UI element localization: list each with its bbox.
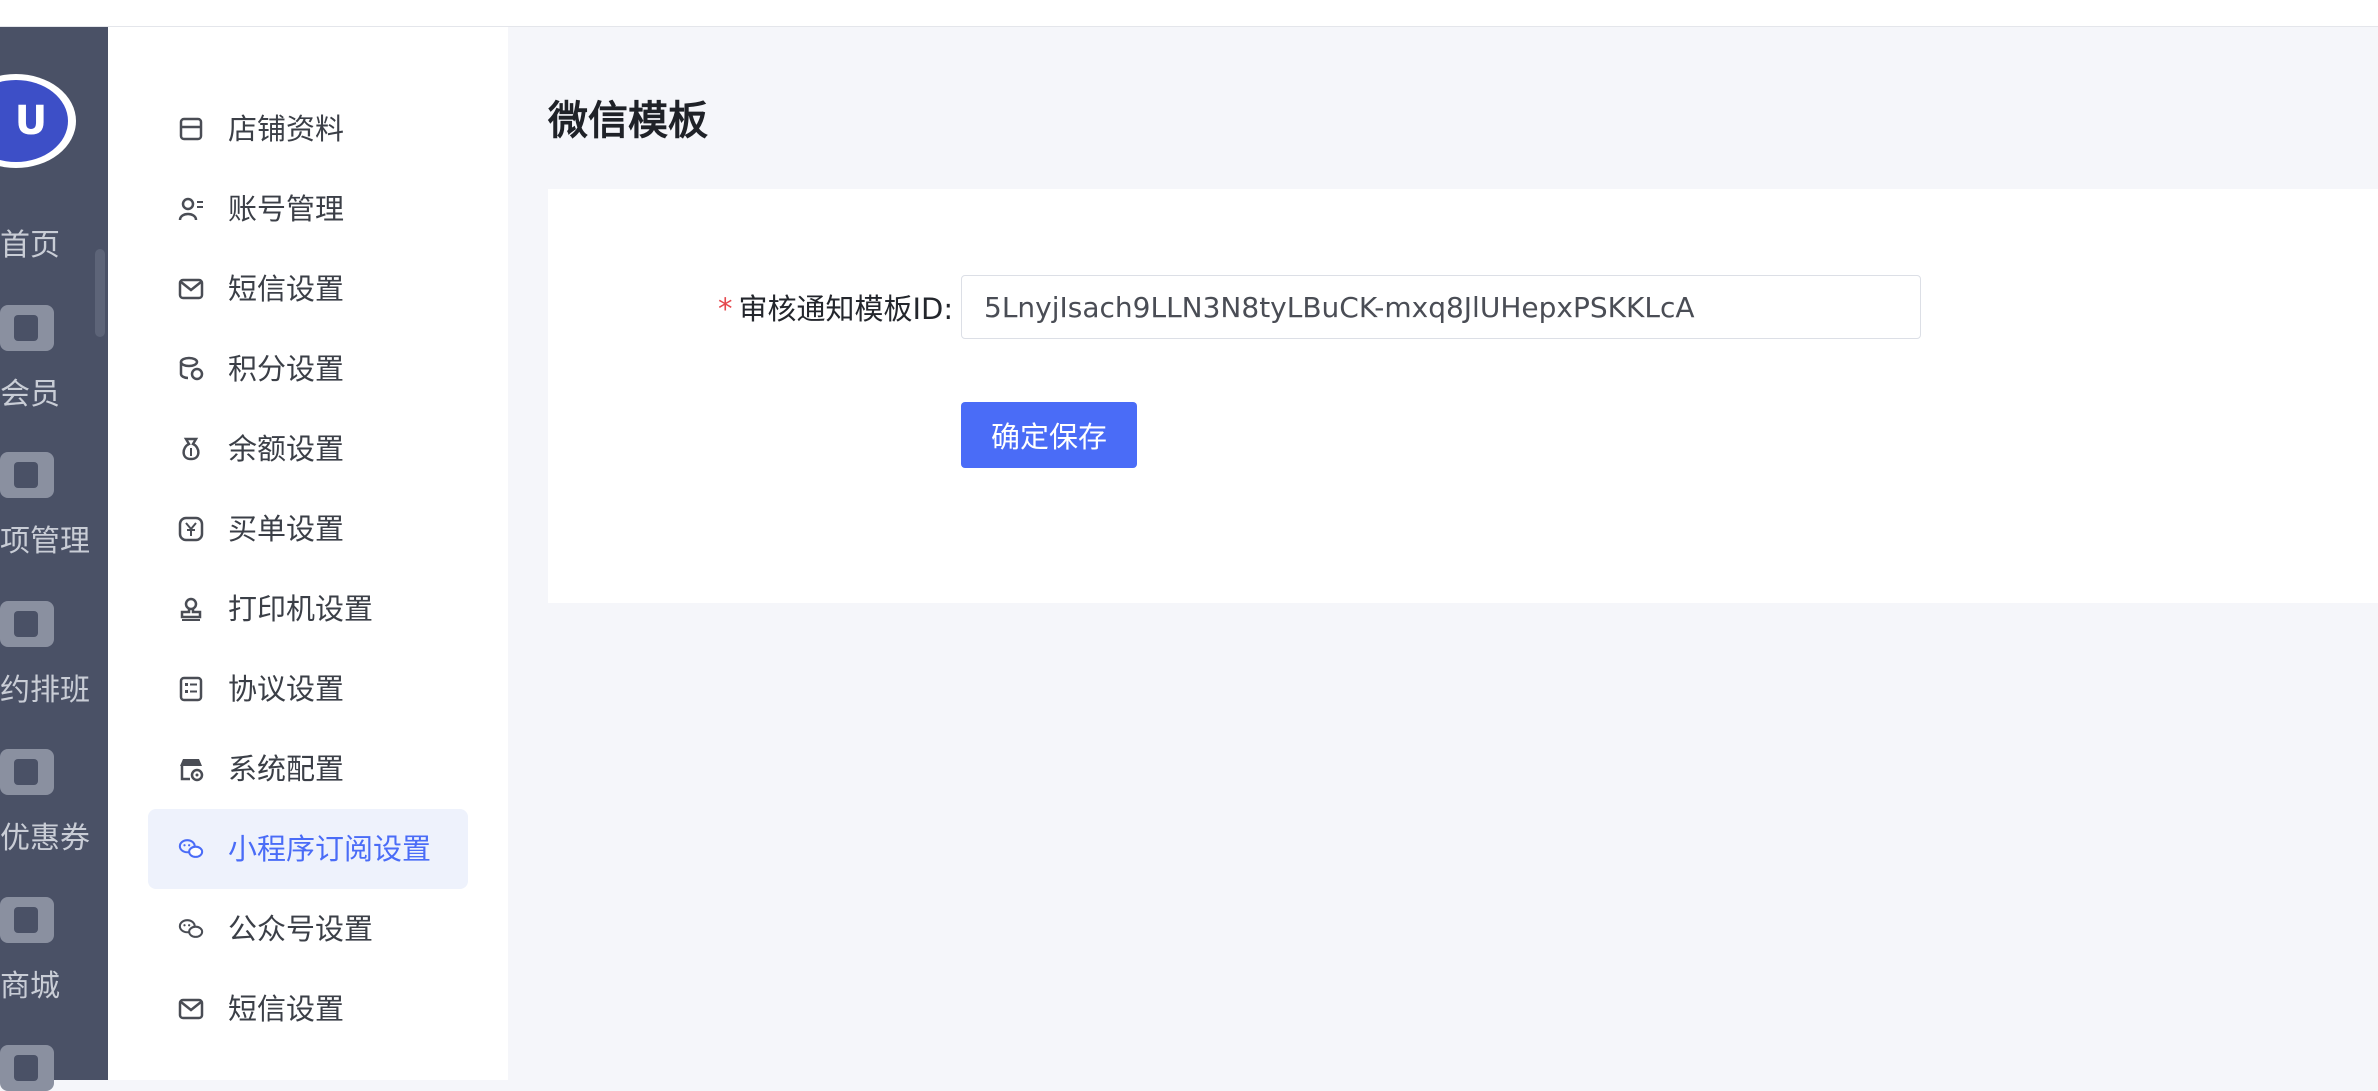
menu-item-label: 余额设置 (228, 432, 345, 466)
rail-item-label: 商城 (0, 969, 60, 1004)
menu-item-label: 店铺资料 (228, 112, 345, 146)
wechat-icon (178, 916, 204, 942)
mail-icon (178, 276, 204, 302)
folder-list-icon (0, 452, 54, 498)
menu-item-miniprogram-subscription[interactable]: 小程序订阅设置 (148, 809, 468, 889)
image-icon (0, 1045, 54, 1091)
app-logo: U (0, 74, 76, 168)
menu-item-label: 账号管理 (228, 192, 345, 226)
page-title: 微信模板 (548, 98, 708, 144)
template-id-label-text: 审核通知模板ID: (738, 292, 954, 326)
settings-menu: 店铺资料 账号管理 短信设置 积分设置 余额设置 买单设置 打印机设置 协议设置… (108, 27, 508, 1080)
member-icon (0, 305, 54, 351)
menu-item-label: 小程序订阅设置 (228, 832, 432, 866)
menu-item-agreement[interactable]: 协议设置 (148, 649, 468, 729)
menu-item-label: 买单设置 (228, 512, 345, 546)
menu-item-sms[interactable]: 短信设置 (148, 249, 468, 329)
menu-item-store-info[interactable]: 店铺资料 (148, 89, 468, 169)
logo-mark: U (0, 80, 68, 162)
menu-item-label: 积分设置 (228, 352, 345, 386)
menu-item-label: 系统配置 (228, 752, 345, 786)
menu-item-system-config[interactable]: 系统配置 (148, 729, 468, 809)
shopping-bag-icon (0, 897, 54, 943)
rail-scrollbar[interactable] (95, 249, 105, 337)
save-button[interactable]: 确定保存 (961, 402, 1137, 468)
rail-item-label: 首页 (0, 228, 60, 263)
rail-item-label: 项管理 (0, 524, 90, 559)
menu-item-account[interactable]: 账号管理 (148, 169, 468, 249)
store-icon (178, 116, 204, 142)
wallet-icon (0, 749, 54, 795)
menu-item-label: 公众号设置 (228, 912, 374, 946)
rail-item-label: 约排班 (0, 673, 90, 708)
menu-item-balance[interactable]: 余额设置 (148, 409, 468, 489)
top-bar (0, 0, 2378, 27)
menu-item-points[interactable]: 积分设置 (148, 329, 468, 409)
calendar-check-icon (0, 601, 54, 647)
menu-item-printer[interactable]: 打印机设置 (148, 569, 468, 649)
form-card: *审核通知模板ID: 确定保存 (548, 189, 2378, 603)
money-bag-icon (178, 436, 204, 462)
rail-item-label: 会员 (0, 377, 60, 412)
menu-item-label: 短信设置 (228, 272, 345, 306)
wechat-icon (178, 836, 204, 862)
stamp-icon (178, 596, 204, 622)
required-mark: * (718, 292, 733, 326)
menu-item-label: 打印机设置 (228, 592, 374, 626)
menu-item-official-account[interactable]: 公众号设置 (148, 889, 468, 969)
coins-icon (178, 356, 204, 382)
template-id-label: * 审核通知模板ID: (718, 289, 953, 329)
template-id-input[interactable] (961, 275, 1921, 339)
mail-icon (178, 996, 204, 1022)
checklist-icon (178, 676, 204, 702)
menu-item-checkout[interactable]: 买单设置 (148, 489, 468, 569)
rail-item-label: 优惠券 (0, 821, 90, 856)
menu-item-label: 协议设置 (228, 672, 345, 706)
menu-item-sms-2[interactable]: 短信设置 (148, 969, 468, 1049)
primary-nav-rail: U 首页 会员 项管理 约排班 优惠券 商城 (0, 27, 108, 1091)
yen-icon (178, 516, 204, 542)
menu-item-label: 短信设置 (228, 992, 345, 1026)
shop-settings-icon (178, 756, 204, 782)
user-account-icon (178, 196, 204, 222)
